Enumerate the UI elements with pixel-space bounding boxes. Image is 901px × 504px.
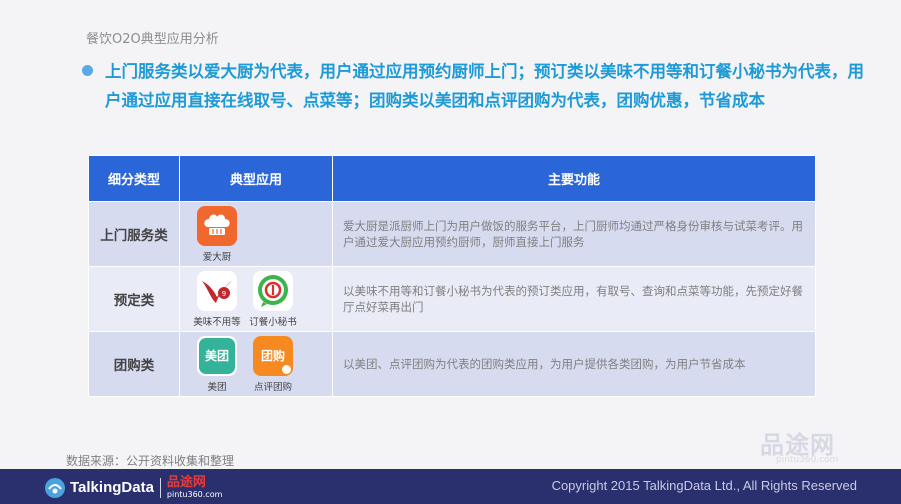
row-apps: 爱大厨 [179, 201, 333, 267]
row-function: 以美团、点评团购为代表的团购类应用，为用户提供各类团购，为用户节省成本 [332, 331, 816, 397]
meituan-logo-icon: 美团 [197, 335, 237, 376]
table-row: 团购类 美团 美团 团购 点评团购 以美团、点评团购为代表的团购类应用，为用户提… [88, 331, 816, 397]
row-function: 爱大厨是派厨师上门为用户做饭的服务平台，上门厨师均通过严格身份审核与试菜考评。用… [332, 201, 816, 267]
o2o-app-table: 细分类型 典型应用 主要功能 上门服务类 爱大厨 爱大厨是派厨师上门为用户做饭的… [88, 155, 816, 397]
table-header-row: 细分类型 典型应用 主要功能 [88, 155, 816, 202]
bullet-icon [82, 65, 93, 76]
brand-divider [159, 477, 161, 498]
row-category: 预定类 [88, 266, 180, 332]
app-aidachu[interactable]: 爱大厨 [194, 205, 240, 263]
partner-name: 品途网 [166, 475, 206, 490]
app-label: 订餐小秘书 [249, 316, 297, 328]
copyright: Copyright 2015 TalkingData Ltd., All Rig… [551, 478, 857, 493]
app-dianping[interactable]: 团购 点评团购 [250, 335, 296, 393]
table-row: 预定类 9 美味不用等 订餐小秘书 以美味不用等和订餐小秘书为代表的预订类应用，… [88, 266, 816, 332]
partner-url: pintu360.com [166, 490, 223, 499]
row-apps: 9 美味不用等 订餐小秘书 [179, 266, 333, 332]
talkingdata-logo-icon [45, 477, 65, 498]
footer: TalkingData 品途网 pintu360.com Copyright 2… [0, 469, 901, 504]
headline-text: 上门服务类以爱大厨为代表，用户通过应用预约厨师上门；预订类以美味不用等和订餐小秘… [105, 62, 864, 110]
row-category: 团购类 [88, 331, 180, 397]
dianping-logo-icon: 团购 [253, 335, 293, 376]
app-label: 美团 [207, 381, 227, 393]
svg-text:9: 9 [222, 290, 226, 298]
dingcan-logo-icon [253, 270, 293, 311]
partner-logo: 品途网 pintu360.com [166, 475, 223, 500]
meituan-icon-text: 美团 [204, 349, 229, 363]
headline: 上门服务类以爱大厨为代表，用户通过应用预约厨师上门；预订类以美味不用等和订餐小秘… [82, 57, 872, 115]
row-category: 上门服务类 [88, 201, 180, 267]
brand: TalkingData 品途网 pintu360.com [44, 476, 222, 499]
dianping-icon-text: 团购 [260, 349, 285, 363]
header-category: 细分类型 [88, 155, 180, 202]
app-dingcan[interactable]: 订餐小秘书 [249, 270, 297, 328]
data-source: 数据来源：公开资料收集和整理 [66, 454, 235, 468]
row-function: 以美味不用等和订餐小秘书为代表的预订类应用，有取号、查询和点菜等功能，先预定好餐… [332, 266, 816, 332]
chef-hat-icon [197, 205, 237, 246]
app-label: 爱大厨 [202, 251, 232, 263]
app-label: 美味不用等 [193, 316, 241, 328]
brand-name: TalkingData [70, 479, 154, 496]
header-apps: 典型应用 [179, 155, 333, 202]
app-meiwei[interactable]: 9 美味不用等 [193, 270, 241, 328]
row-apps: 美团 美团 团购 点评团购 [179, 331, 333, 397]
header-function: 主要功能 [332, 155, 816, 202]
meiwei-logo-icon: 9 [197, 270, 237, 311]
watermark-url: pintu360.com [776, 455, 839, 465]
slide-title: 餐饮O2O典型应用分析 [86, 32, 219, 47]
app-label: 点评团购 [253, 381, 292, 393]
table-row: 上门服务类 爱大厨 爱大厨是派厨师上门为用户做饭的服务平台，上门厨师均通过严格身… [88, 201, 816, 267]
dianping-corner-icon [282, 364, 291, 374]
app-meituan[interactable]: 美团 美团 [194, 335, 240, 393]
